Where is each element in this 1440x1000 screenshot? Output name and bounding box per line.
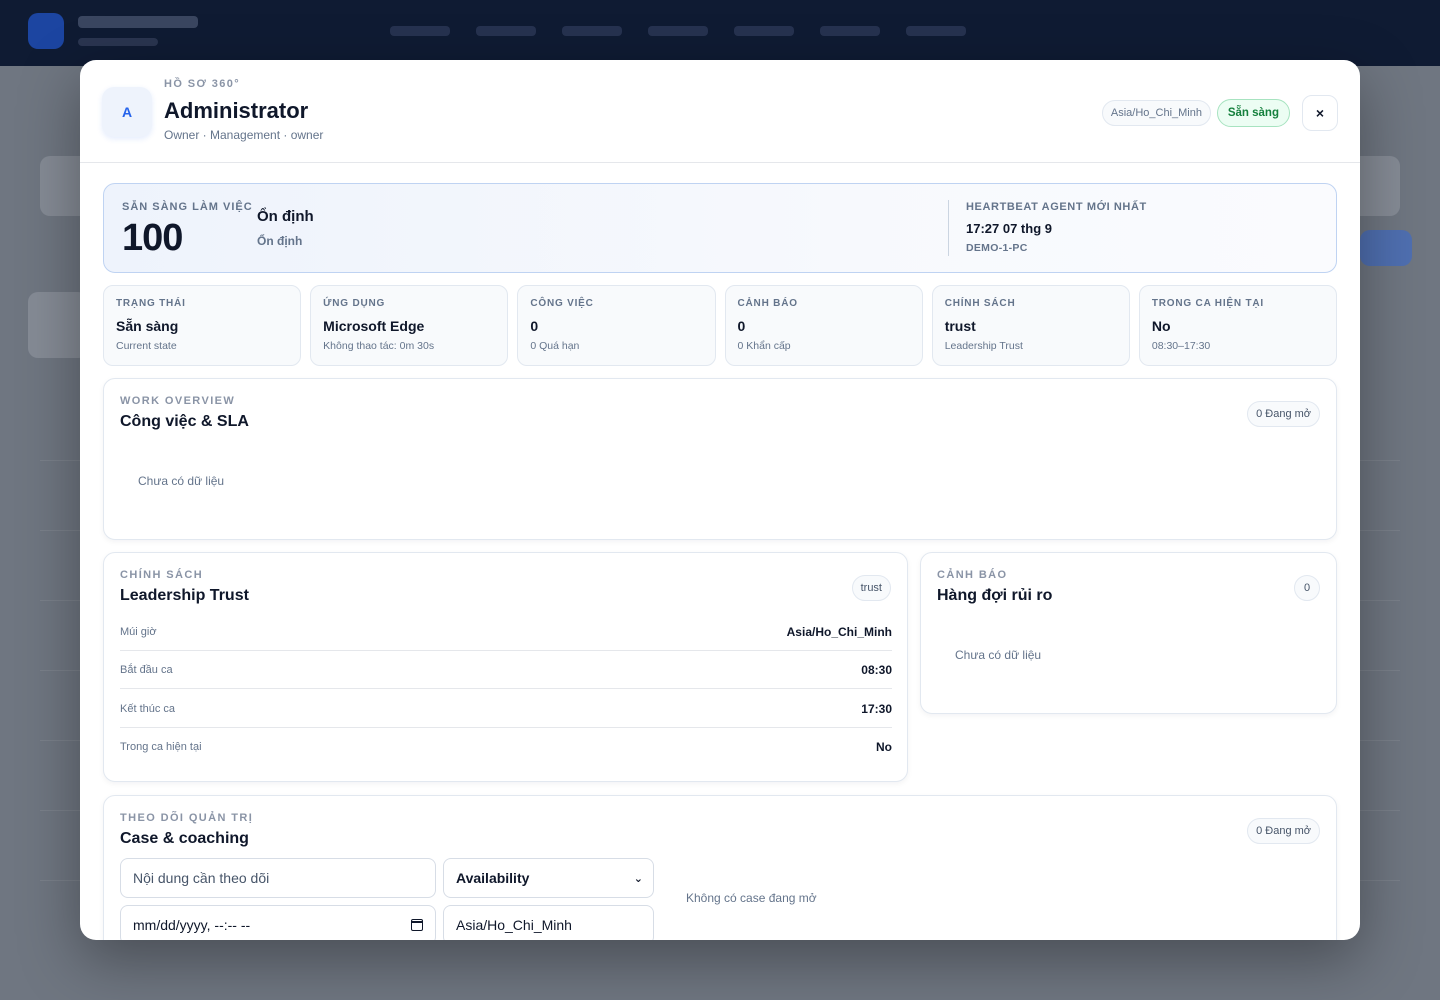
panel-title: Case & coaching — [120, 830, 249, 847]
bg-card — [28, 292, 88, 358]
modal-body[interactable]: SẴN SÀNG LÀM VIỆC 100 Ổn định Ổn định HE… — [80, 164, 1360, 940]
stat-sub: Leadership Trust — [944, 340, 1023, 352]
case-type-select[interactable]: Availability ⌄ — [443, 858, 654, 898]
timezone-badge: Asia/Ho_Chi_Minh — [1101, 100, 1211, 126]
stat-label: CẢNH BÁO — [737, 298, 798, 309]
policy-row-in-shift: Trong ca hiện tại No — [120, 728, 892, 766]
stat-label: TRẠNG THÁI — [116, 298, 186, 309]
row-value: No — [876, 740, 892, 754]
profile-name: Administrator — [164, 98, 309, 123]
divider — [948, 200, 949, 256]
readiness-state: Ổn định — [257, 208, 314, 225]
heartbeat-label: HEARTBEAT AGENT MỚI NHẤT — [966, 201, 1147, 213]
stat-sub: 0 Quá hạn — [530, 340, 580, 352]
panel-eyebrow: WORK OVERVIEW — [120, 395, 236, 407]
app-nav — [390, 26, 966, 36]
empty-state: Chưa có dữ liệu — [138, 474, 225, 488]
case-datetime-input[interactable]: mm/dd/yyyy, --:-- -- — [120, 905, 436, 940]
policy-row-shift-start: Bắt đầu ca 08:30 — [120, 651, 892, 689]
readiness-card: SẴN SÀNG LÀM VIỆC 100 Ổn định Ổn định HE… — [103, 183, 1337, 273]
policy-row-shift-end: Kết thúc ca 17:30 — [120, 690, 892, 728]
open-count-badge: 0 Đang mở — [1247, 401, 1320, 427]
close-icon: × — [1315, 105, 1325, 121]
panel-title: Hàng đợi rủi ro — [937, 587, 1053, 604]
stats-row: TRẠNG THÁI Sẵn sàng Current state ỨNG DỤ… — [103, 285, 1338, 366]
readiness-state-sub: Ổn định — [257, 234, 303, 248]
stat-value: 0 — [737, 318, 746, 334]
bg-card — [1360, 230, 1412, 266]
modal-header: A HỒ SƠ 360° Administrator Owner · Manag… — [80, 60, 1360, 163]
stat-label: CÔNG VIỆC — [530, 298, 594, 309]
app-brand — [78, 16, 198, 28]
stat-card-app: ỨNG DỤNG Microsoft Edge Không thao tác: … — [310, 285, 509, 366]
stat-card-work: CÔNG VIỆC 0 0 Quá hạn — [517, 285, 716, 366]
input-value: Asia/Ho_Chi_Minh — [456, 917, 572, 933]
stat-label: TRONG CA HIỆN TẠI — [1151, 298, 1264, 309]
stat-value: 0 — [530, 318, 539, 334]
profile-360-modal: A HỒ SƠ 360° Administrator Owner · Manag… — [80, 60, 1360, 940]
heartbeat-host: DEMO-1-PC — [966, 242, 1028, 254]
panel-eyebrow: THEO DÕI QUẢN TRỊ — [120, 812, 254, 824]
stat-card-status: TRẠNG THÁI Sẵn sàng Current state — [103, 285, 302, 366]
empty-state: Chưa có dữ liệu — [955, 648, 1042, 662]
work-overview-panel: WORK OVERVIEW Công việc & SLA 0 Đang mở … — [103, 378, 1337, 540]
panel-eyebrow: CHÍNH SÁCH — [120, 569, 204, 581]
row-value: 17:30 — [861, 701, 892, 716]
stat-label: CHÍNH SÁCH — [944, 298, 1016, 309]
stat-label: ỨNG DỤNG — [323, 298, 386, 309]
stat-card-policy: CHÍNH SÁCH trust Leadership Trust — [931, 285, 1130, 366]
row-key: Bắt đầu ca — [120, 663, 173, 676]
row-key: Trong ca hiện tại — [120, 741, 202, 753]
panel-title: Công việc & SLA — [120, 413, 249, 430]
row-key: Kết thúc ca — [120, 702, 176, 715]
stat-sub: 08:30–17:30 — [1151, 340, 1211, 352]
row-value: 08:30 — [861, 662, 892, 677]
chevron-down-icon: ⌄ — [633, 872, 643, 885]
select-value: Availability — [456, 870, 530, 886]
policy-row-timezone: Múi giờ Asia/Ho_Chi_Minh — [120, 613, 892, 651]
input-placeholder: mm/dd/yyyy, --:-- -- — [133, 917, 251, 933]
readiness-label: SẴN SÀNG LÀM VIỆC — [122, 201, 253, 213]
policy-badge: trust — [851, 575, 891, 601]
modal-eyebrow: HỒ SƠ 360° — [164, 78, 241, 90]
close-button[interactable]: × — [1302, 95, 1338, 131]
case-coaching-panel: THEO DÕI QUẢN TRỊ Case & coaching 0 Đang… — [103, 795, 1337, 940]
calendar-icon[interactable] — [410, 919, 423, 931]
stat-value: Microsoft Edge — [323, 318, 425, 334]
stat-sub: Current state — [116, 340, 177, 352]
alert-count-badge: 0 — [1294, 575, 1320, 601]
status-badge: Sẵn sàng — [1216, 99, 1290, 127]
app-brand-sub — [78, 38, 158, 46]
profile-subtitle: Owner · Management · owner — [164, 128, 324, 142]
stat-value: Sẵn sàng — [116, 318, 179, 334]
avatar: A — [102, 87, 152, 137]
empty-state: Không có case đang mở — [686, 891, 817, 905]
stat-value: No — [1151, 318, 1171, 334]
row-key: Múi giờ — [120, 625, 157, 638]
app-logo — [28, 13, 64, 49]
stat-value: trust — [944, 318, 976, 334]
input-placeholder: Nội dung cần theo dõi — [133, 870, 270, 886]
app-topbar — [0, 0, 1440, 66]
stat-card-alerts: CẢNH BÁO 0 0 Khẩn cấp — [724, 285, 923, 366]
stat-card-shift: TRONG CA HIỆN TẠI No 08:30–17:30 — [1138, 285, 1338, 366]
policy-panel: CHÍNH SÁCH Leadership Trust trust Múi gi… — [103, 552, 908, 782]
readiness-score: 100 — [122, 217, 183, 259]
panel-title: Leadership Trust — [120, 587, 249, 604]
risk-queue-panel: CẢNH BÁO Hàng đợi rủi ro 0 Chưa có dữ li… — [920, 552, 1337, 714]
open-count-badge: 0 Đang mở — [1247, 818, 1320, 844]
panel-eyebrow: CẢNH BÁO — [937, 569, 1008, 581]
stat-sub: 0 Khẩn cấp — [737, 340, 791, 352]
case-content-input[interactable]: Nội dung cần theo dõi — [120, 858, 436, 898]
row-value: Asia/Ho_Chi_Minh — [786, 624, 892, 639]
heartbeat-time: 17:27 07 thg 9 — [966, 221, 1052, 236]
stat-sub: Không thao tác: 0m 30s — [323, 340, 435, 352]
case-timezone-input[interactable]: Asia/Ho_Chi_Minh — [443, 905, 654, 940]
